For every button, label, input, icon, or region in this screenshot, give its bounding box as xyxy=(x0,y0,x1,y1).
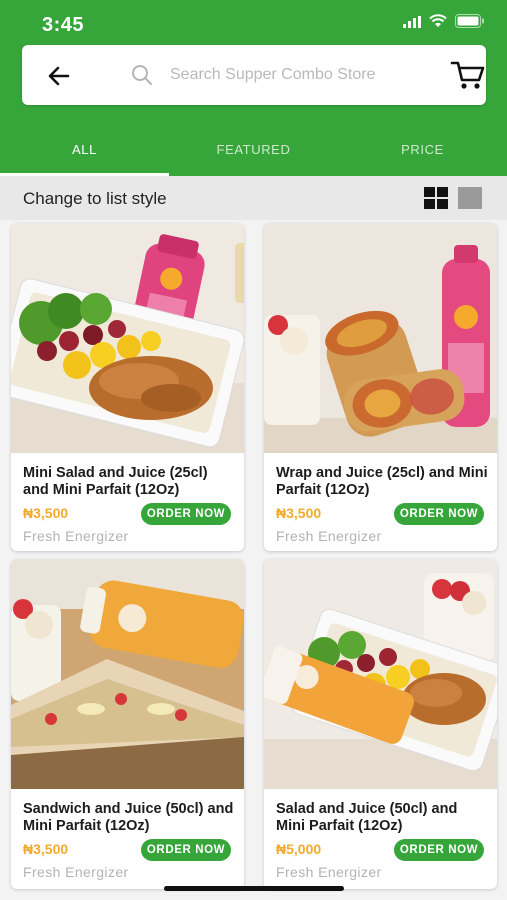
tab-featured[interactable]: FEATURED xyxy=(169,130,338,176)
product-title: Mini Salad and Juice (25cl) and Mini Par… xyxy=(23,465,208,498)
search-icon xyxy=(132,65,152,85)
tab-all[interactable]: ALL xyxy=(0,130,169,176)
product-image-wrap xyxy=(264,223,497,453)
product-card[interactable]: Salad and Juice (50cl) and Mini Parfait … xyxy=(264,559,497,889)
product-card[interactable]: Wrap and Juice (25cl) and Mini Parfait (… xyxy=(264,223,497,551)
order-now-button[interactable]: ORDER NOW xyxy=(141,503,231,525)
product-card[interactable]: Sandwich and Juice (50cl) and Mini Parfa… xyxy=(11,559,244,889)
tab-price-label: PRICE xyxy=(401,142,444,157)
change-list-style-link[interactable]: Change to list style xyxy=(23,189,167,209)
product-image-sandwich xyxy=(11,559,244,789)
product-price: ₦3,500 xyxy=(23,505,69,521)
product-image-salad xyxy=(264,559,497,789)
product-price: ₦5,000 xyxy=(276,841,322,857)
battery-icon xyxy=(455,14,485,33)
status-bar: 3:45 xyxy=(0,0,507,44)
product-vendor: Fresh Energizer xyxy=(23,864,129,880)
cart-icon xyxy=(450,61,485,89)
product-card[interactable]: Mini Salad and Juice (25cl) and Mini Par… xyxy=(11,223,244,551)
product-vendor: Fresh Energizer xyxy=(276,864,382,880)
status-time: 3:45 xyxy=(42,14,85,36)
status-icons xyxy=(403,14,485,33)
header: 3:45 ALL FEATURED xyxy=(0,0,507,176)
product-vendor: Fresh Energizer xyxy=(23,528,129,544)
back-button[interactable] xyxy=(44,61,74,91)
signal-icon xyxy=(403,15,421,33)
product-vendor: Fresh Energizer xyxy=(276,528,382,544)
grid-view-icon[interactable] xyxy=(424,187,448,209)
tab-all-label: ALL xyxy=(72,142,97,157)
home-indicator[interactable] xyxy=(164,886,344,891)
search-input[interactable] xyxy=(170,61,430,89)
product-price: ₦3,500 xyxy=(23,841,69,857)
product-title: Salad and Juice (50cl) and Mini Parfait … xyxy=(276,801,458,834)
cart-button[interactable] xyxy=(450,59,486,91)
back-arrow-icon xyxy=(48,66,70,86)
order-now-button[interactable]: ORDER NOW xyxy=(394,839,484,861)
tab-bar: ALL FEATURED PRICE xyxy=(0,130,507,176)
product-grid: Mini Salad and Juice (25cl) and Mini Par… xyxy=(0,220,507,900)
product-title: Wrap and Juice (25cl) and Mini Parfait (… xyxy=(276,465,488,498)
order-now-button[interactable]: ORDER NOW xyxy=(394,503,484,525)
search-bar xyxy=(22,45,486,105)
wifi-icon xyxy=(429,14,447,33)
product-price: ₦3,500 xyxy=(276,505,322,521)
order-now-button[interactable]: ORDER NOW xyxy=(141,839,231,861)
list-view-icon[interactable] xyxy=(458,187,482,209)
product-title: Sandwich and Juice (50cl) and Mini Parfa… xyxy=(23,801,234,834)
tab-featured-label: FEATURED xyxy=(216,142,291,157)
product-image-mini-salad xyxy=(11,223,244,453)
tab-price[interactable]: PRICE xyxy=(338,130,507,176)
